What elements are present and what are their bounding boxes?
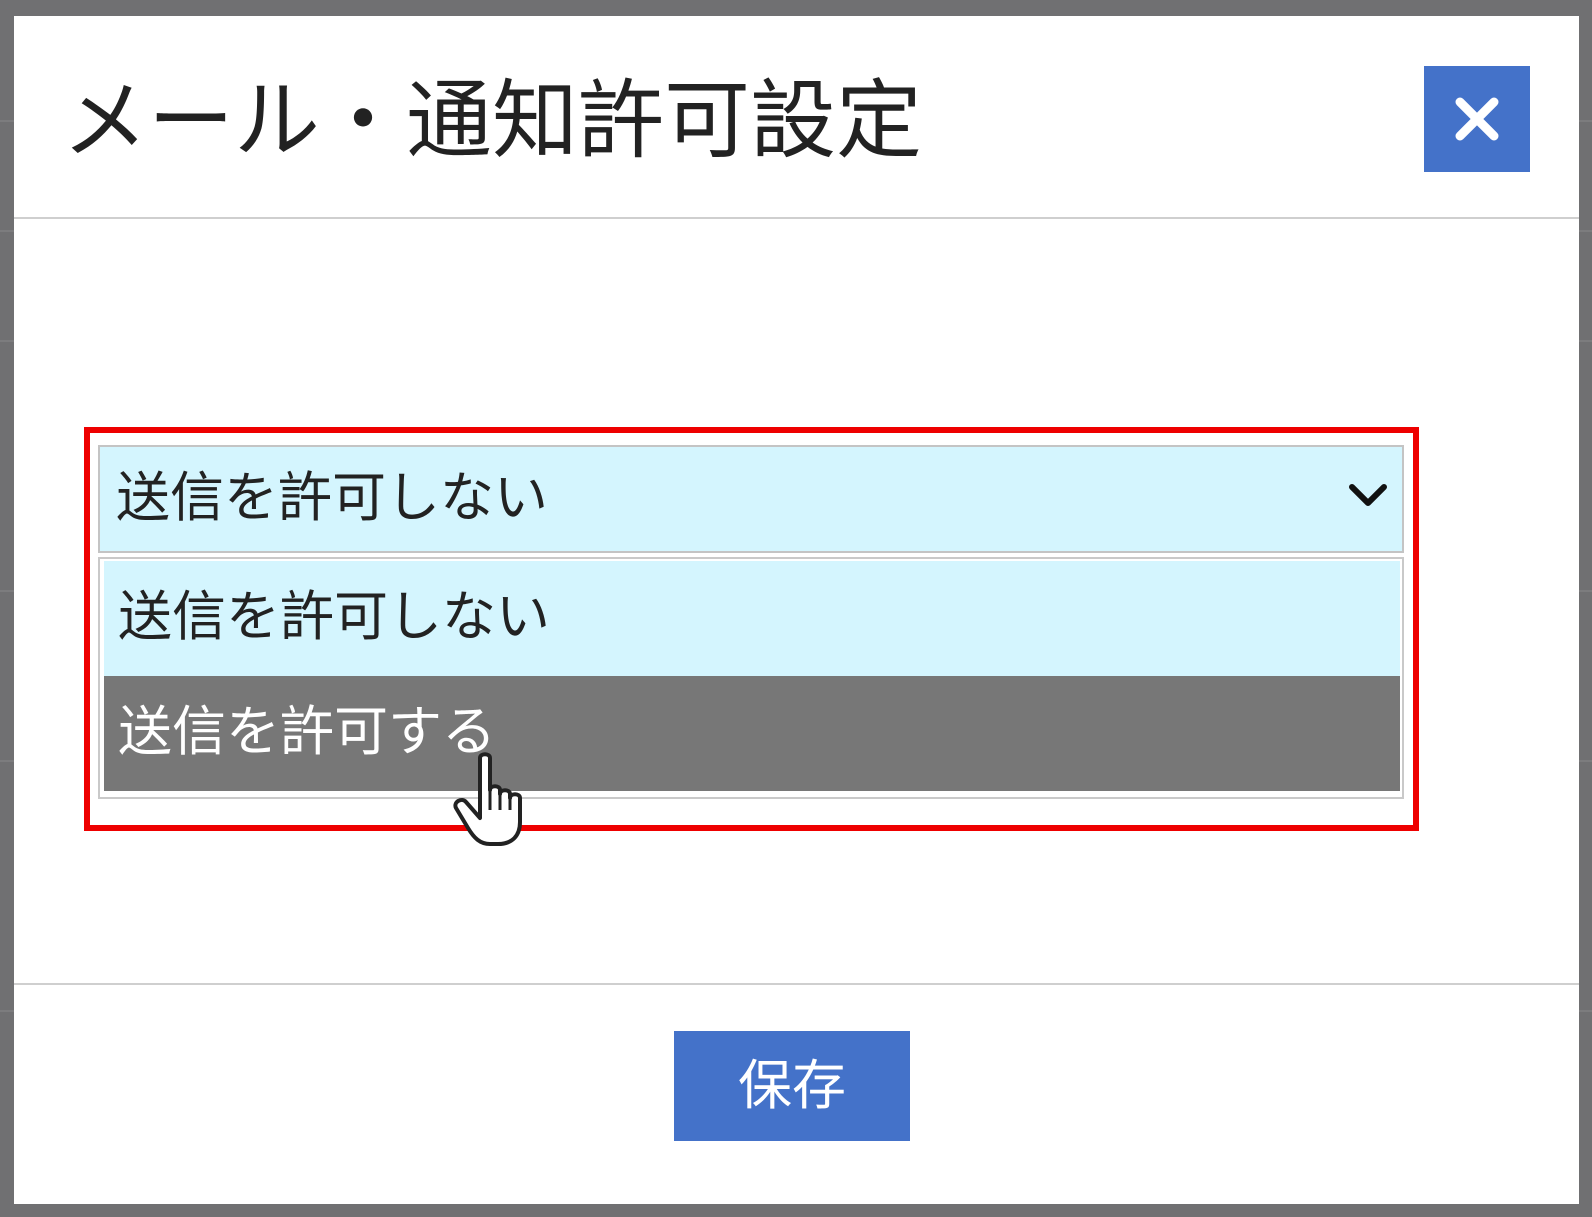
option-allow[interactable]: 送信を許可する [104, 676, 1400, 791]
notification-settings-modal: メール・通知許可設定 送信を許可しない 送信を許可しない 送信を許可する 保存 [14, 16, 1579, 1204]
option-label: 送信を許可する [118, 700, 496, 763]
hand-pointer-icon [453, 752, 522, 846]
select-value: 送信を許可しない [116, 466, 548, 529]
option-label: 送信を許可しない [118, 585, 550, 648]
modal-title: メール・通知許可設定 [62, 71, 922, 171]
modal-footer: 保存 [14, 983, 1579, 1206]
option-disallow[interactable]: 送信を許可しない [104, 561, 1400, 676]
dropdown-list: 送信を許可しない 送信を許可する [98, 557, 1404, 799]
modal-body: 送信を許可しない 送信を許可しない 送信を許可する [14, 219, 1579, 1013]
close-icon [1455, 97, 1499, 141]
chevron-down-icon [1349, 484, 1387, 506]
close-button[interactable] [1424, 66, 1530, 172]
permission-select[interactable]: 送信を許可しない [98, 445, 1404, 553]
save-button[interactable]: 保存 [674, 1031, 910, 1141]
modal-header: メール・通知許可設定 [14, 16, 1579, 219]
